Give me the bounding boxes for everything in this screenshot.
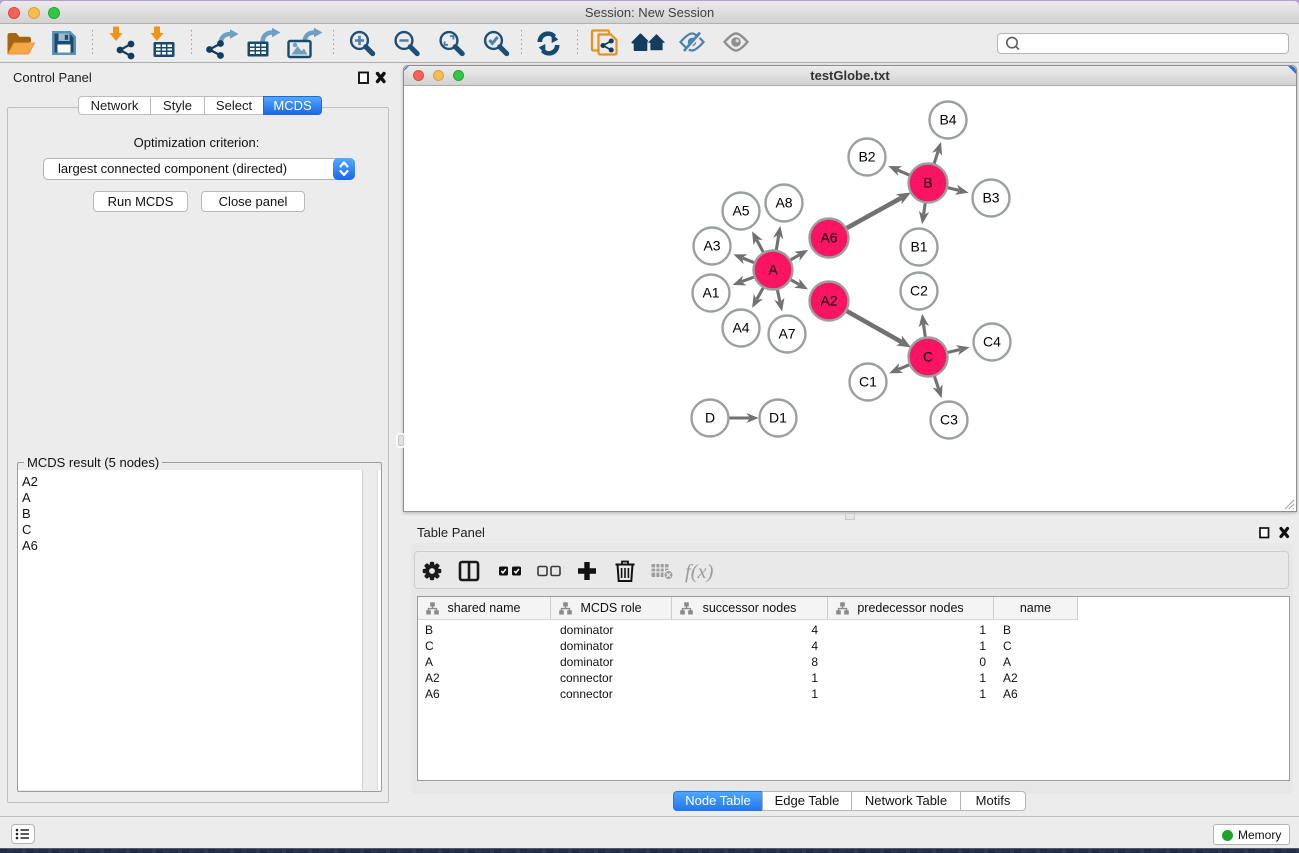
svg-text:C2: C2 xyxy=(910,283,928,299)
svg-text:A8: A8 xyxy=(775,195,792,211)
svg-text:B1: B1 xyxy=(910,239,927,255)
svg-text:C4: C4 xyxy=(983,334,1001,350)
svg-text:A7: A7 xyxy=(778,326,795,342)
svg-text:B4: B4 xyxy=(939,112,956,128)
svg-text:A2: A2 xyxy=(820,293,837,309)
svg-text:A: A xyxy=(768,262,778,278)
svg-text:C: C xyxy=(923,349,933,365)
svg-text:D: D xyxy=(705,410,715,426)
svg-text:A1: A1 xyxy=(702,285,719,301)
svg-text:D1: D1 xyxy=(769,410,787,426)
svg-text:f(x): f(x) xyxy=(685,561,714,583)
svg-text:C3: C3 xyxy=(940,412,958,428)
svg-text:A6: A6 xyxy=(820,230,837,246)
svg-text:A4: A4 xyxy=(732,320,749,336)
svg-text:B: B xyxy=(923,175,932,191)
svg-text:B2: B2 xyxy=(858,149,875,165)
svg-text:B3: B3 xyxy=(982,190,999,206)
svg-text:A5: A5 xyxy=(732,203,749,219)
svg-text:A3: A3 xyxy=(703,238,720,254)
svg-text:C1: C1 xyxy=(859,374,877,390)
